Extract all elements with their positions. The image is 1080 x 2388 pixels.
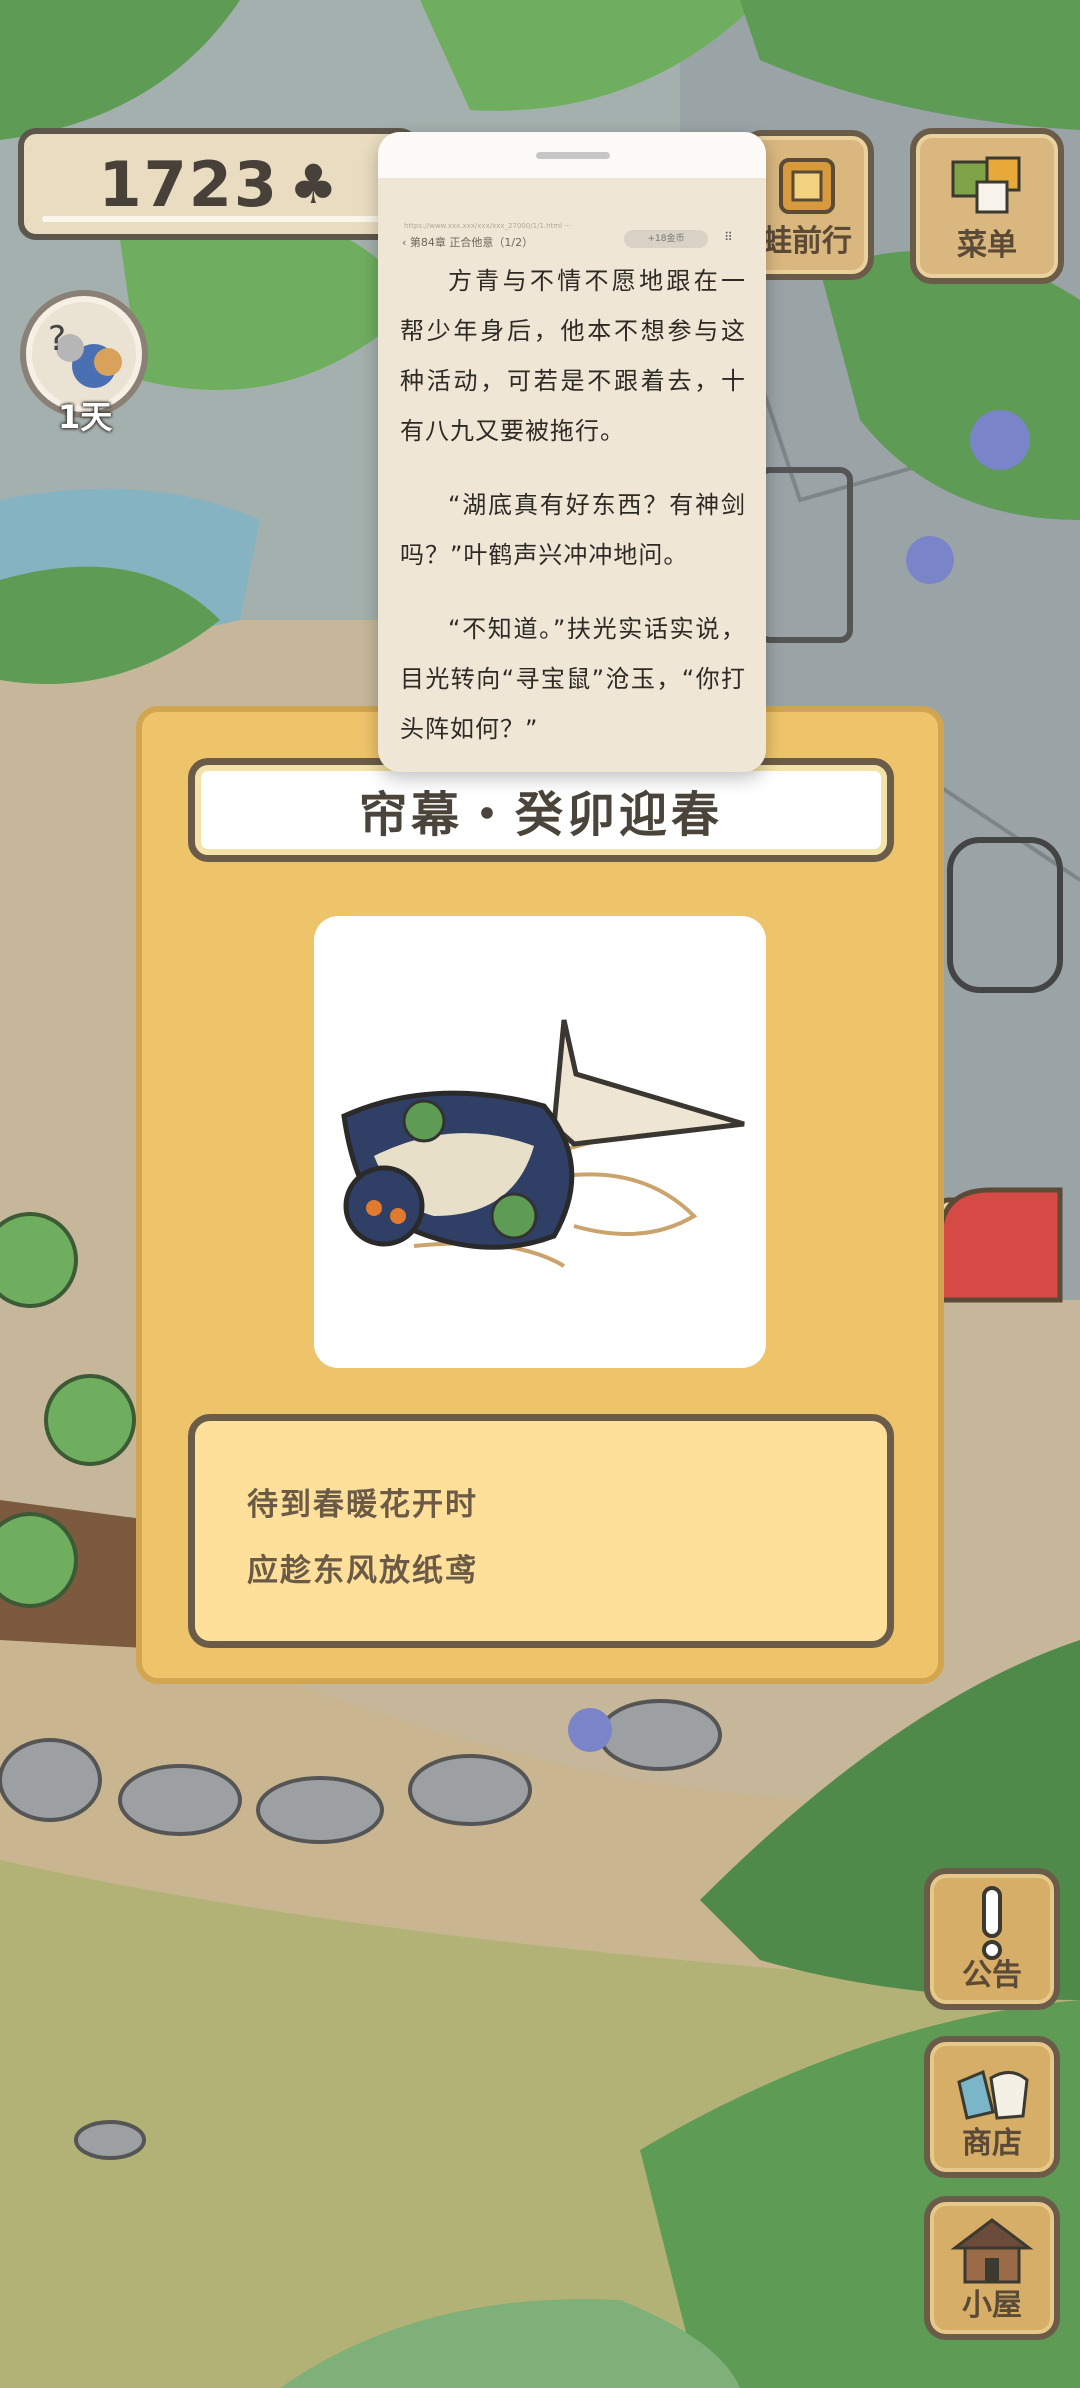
menu-label: 菜单 bbox=[957, 228, 1017, 263]
menu-icon bbox=[916, 152, 1058, 226]
coin-pill[interactable]: +18金币 bbox=[624, 230, 708, 248]
reader-popup[interactable]: https://www.xxx.xxx/xxx/xxx_27000/1/1.ht… bbox=[378, 132, 766, 772]
popup-handle-area[interactable] bbox=[378, 132, 766, 178]
house-label: 小屋 bbox=[962, 2288, 1022, 2323]
card-description: 待到春暖花开时 应趁东风放纸鸢 bbox=[188, 1414, 894, 1648]
shop-button[interactable]: 商店 bbox=[924, 2036, 1060, 2178]
card-image bbox=[314, 916, 766, 1368]
svg-text:?: ? bbox=[48, 319, 66, 359]
paragraph: 方青与不情不愿地跟在一帮少年身后，他本不想参与这种活动，可若是不跟着去，十有八九… bbox=[400, 267, 746, 445]
page-url: https://www.xxx.xxx/xxx/xxx_27000/1/1.ht… bbox=[404, 222, 571, 230]
chapter-title[interactable]: ‹ 第84章 正合他意（1/2） bbox=[402, 234, 533, 250]
paragraph: “不知道。”扶光实话实说，目光转向“寻宝鼠”沧玉，“你打头阵如何？” bbox=[400, 615, 746, 743]
announcement-button[interactable]: 公告 bbox=[924, 1868, 1060, 2010]
clover-count: 1723 bbox=[98, 147, 280, 221]
card-title: 帘幕・癸卯迎春 bbox=[358, 787, 723, 843]
clover-icon: ♣ bbox=[289, 152, 338, 216]
announcement-label: 公告 bbox=[962, 1958, 1022, 1993]
item-card: 帘幕・癸卯迎春 待到春暖花开时 应趁东风放纸鸢 bbox=[136, 706, 944, 1684]
clover-counter: 1723 ♣ bbox=[18, 128, 418, 240]
drag-handle[interactable] bbox=[536, 152, 610, 159]
description-line: 待到春暖花开时 bbox=[247, 1487, 478, 1523]
shop-label: 商店 bbox=[962, 2126, 1022, 2161]
swallow-kite-icon bbox=[341, 1019, 745, 1268]
card-title-box: 帘幕・癸卯迎春 bbox=[188, 758, 894, 862]
counter-bar bbox=[42, 216, 394, 222]
day-label: 1天 bbox=[58, 398, 113, 436]
paragraph: “湖底真有好东西？有神剑吗？”叶鹤声兴冲冲地问。 bbox=[400, 491, 746, 569]
house-button[interactable]: 小屋 bbox=[924, 2196, 1060, 2340]
description-line: 应趁东风放纸鸢 bbox=[247, 1553, 478, 1589]
grid-icon[interactable]: ⠿ bbox=[724, 230, 733, 244]
menu-button[interactable]: 菜单 bbox=[910, 128, 1064, 284]
